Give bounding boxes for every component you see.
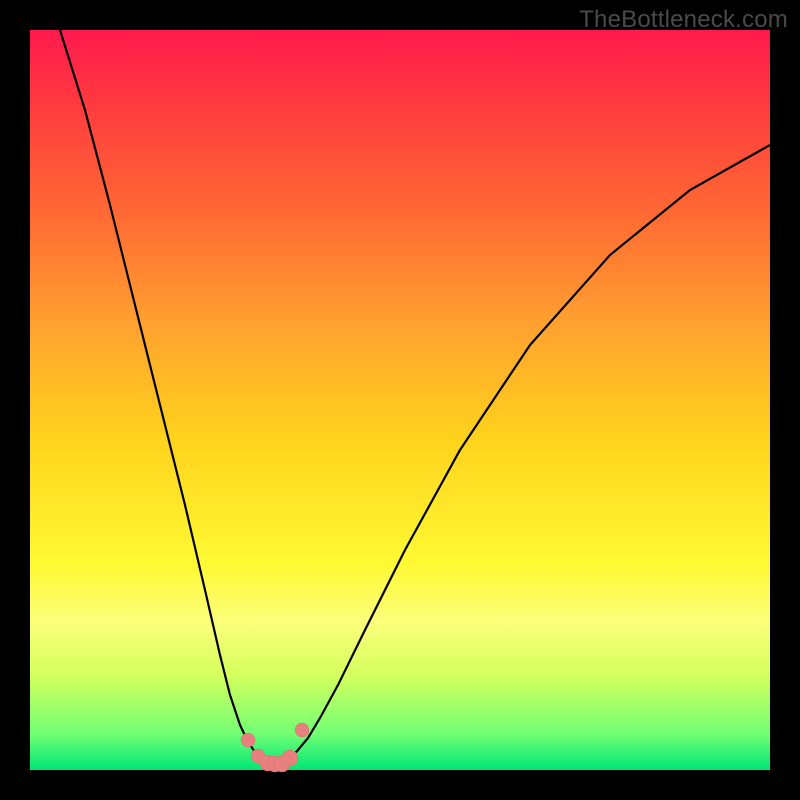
valley-dot — [282, 750, 298, 766]
chart-svg — [30, 30, 770, 770]
valley-dot — [241, 733, 255, 747]
curve-right-arm — [290, 145, 770, 758]
watermark-text: TheBottleneck.com — [579, 6, 788, 34]
valley-dot — [295, 723, 309, 737]
chart-plot-area — [30, 30, 770, 770]
curve-left-arm — [60, 30, 260, 758]
